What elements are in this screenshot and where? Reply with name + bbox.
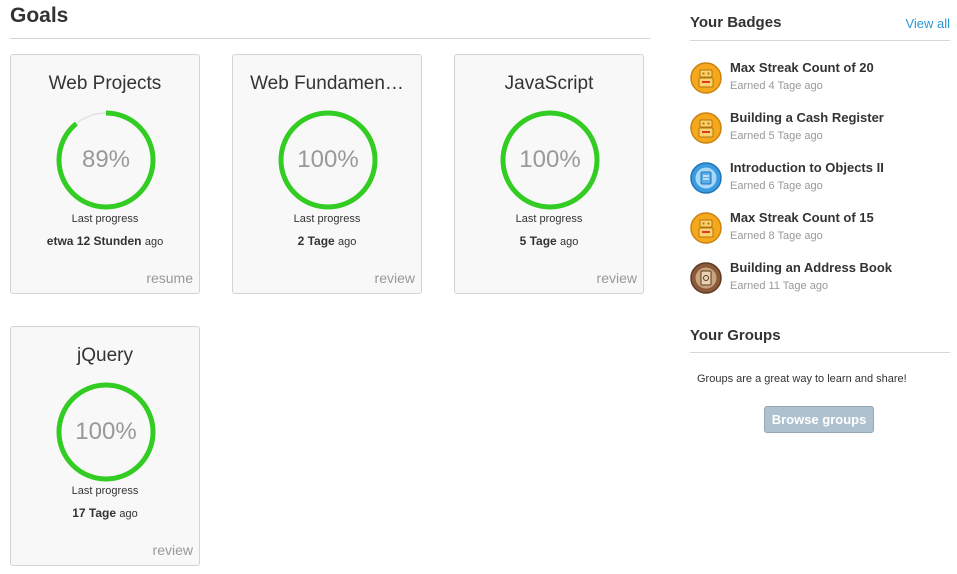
ago-label: ago — [560, 236, 579, 248]
last-progress-time-value: 2 Tage — [297, 234, 335, 248]
badge-item[interactable]: Building an Address Book Earned 11 Tage … — [690, 260, 950, 304]
last-progress-time: etwa 12 Stunden ago — [11, 234, 199, 248]
last-progress-time: 17 Tage ago — [11, 506, 199, 520]
goal-card-web-projects[interactable]: Web Projects 89% Last progress etwa 12 S… — [10, 54, 200, 294]
last-progress-time: 5 Tage ago — [455, 234, 643, 248]
groups-divider — [690, 352, 950, 353]
ago-label: ago — [144, 236, 164, 248]
objects-icon — [690, 162, 722, 194]
badge-item[interactable]: Max Streak Count of 15 Earned 8 Tage ago — [690, 210, 950, 254]
badge-name: Building a Cash Register — [730, 110, 884, 125]
review-link[interactable]: review — [153, 542, 193, 558]
badge-name: Building an Address Book — [730, 260, 893, 275]
progress-ring: 89% — [56, 110, 156, 210]
goal-card-web-fundamentals[interactable]: Web Fundamen… 100% Last progress 2 Tage … — [232, 54, 422, 294]
goals-divider — [10, 38, 650, 39]
groups-description: Groups are a great way to learn and shar… — [697, 373, 907, 385]
review-link[interactable]: review — [597, 270, 637, 286]
progress-percent: 100% — [297, 146, 359, 173]
goal-card-javascript[interactable]: JavaScript 100% Last progress 5 Tage ago… — [454, 54, 644, 294]
address-book-icon — [690, 262, 722, 294]
resume-link[interactable]: resume — [146, 270, 193, 286]
last-progress-time-value: etwa 12 Stunden — [46, 234, 142, 248]
review-link[interactable]: review — [375, 270, 415, 286]
badge-earned: Earned 5 Tage ago — [730, 130, 823, 142]
progress-percent: 89% — [81, 146, 131, 173]
badge-name: Max Streak Count of 20 — [730, 60, 874, 75]
browse-groups-button[interactable]: Browse groups — [764, 406, 874, 433]
goal-card-jquery[interactable]: jQuery 100% Last progress 17 Tage ago re… — [10, 326, 200, 566]
badge-item[interactable]: Building a Cash Register Earned 5 Tage a… — [690, 110, 950, 154]
sidebar: Your Badges View all Max Streak Count of… — [690, 0, 950, 574]
last-progress-time-value: 5 Tage — [519, 234, 557, 248]
badge-earned: Earned 8 Tage ago — [730, 230, 823, 242]
last-progress-label: Last progress — [71, 485, 139, 497]
goals-section: Goals Web Projects 89% Last progress etw… — [10, 0, 650, 574]
cash-register-robot-icon — [690, 112, 722, 144]
progress-ring: 100% — [500, 110, 600, 210]
progress-ring: 100% — [56, 382, 156, 482]
badge-earned: Earned 4 Tage ago — [730, 80, 823, 92]
goal-card-title: Web Projects — [48, 73, 162, 94]
badge-item[interactable]: Introduction to Objects II Earned 6 Tage… — [690, 160, 950, 204]
badges-heading: Your Badges — [690, 14, 782, 31]
badge-item[interactable]: Max Streak Count of 20 Earned 4 Tage ago — [690, 60, 950, 104]
goal-card-title: JavaScript — [504, 73, 594, 94]
view-all-badges-link[interactable]: View all — [905, 16, 950, 31]
goal-card-title: Web Fundamen… — [250, 73, 404, 94]
goal-card-title: jQuery — [77, 345, 133, 366]
last-progress-label: Last progress — [515, 213, 583, 225]
page-title: Goals — [10, 4, 69, 27]
badge-name: Max Streak Count of 15 — [730, 210, 874, 225]
last-progress-label: Last progress — [71, 213, 139, 225]
last-progress-time: 2 Tage ago — [233, 234, 421, 248]
ago-label: ago — [338, 236, 357, 248]
badge-name: Introduction to Objects II — [730, 160, 884, 175]
progress-percent: 100% — [75, 418, 137, 445]
streak-robot-icon — [690, 212, 722, 244]
progress-percent: 100% — [519, 146, 581, 173]
last-progress-label: Last progress — [293, 213, 361, 225]
progress-ring: 100% — [278, 110, 378, 210]
ago-label: ago — [119, 508, 138, 520]
badge-earned: Earned 6 Tage ago — [730, 180, 823, 192]
last-progress-time-value: 17 Tage — [72, 506, 117, 520]
streak-robot-icon — [690, 62, 722, 94]
groups-heading: Your Groups — [690, 327, 781, 344]
badge-earned: Earned 11 Tage ago — [730, 280, 829, 292]
badges-divider — [690, 40, 950, 41]
